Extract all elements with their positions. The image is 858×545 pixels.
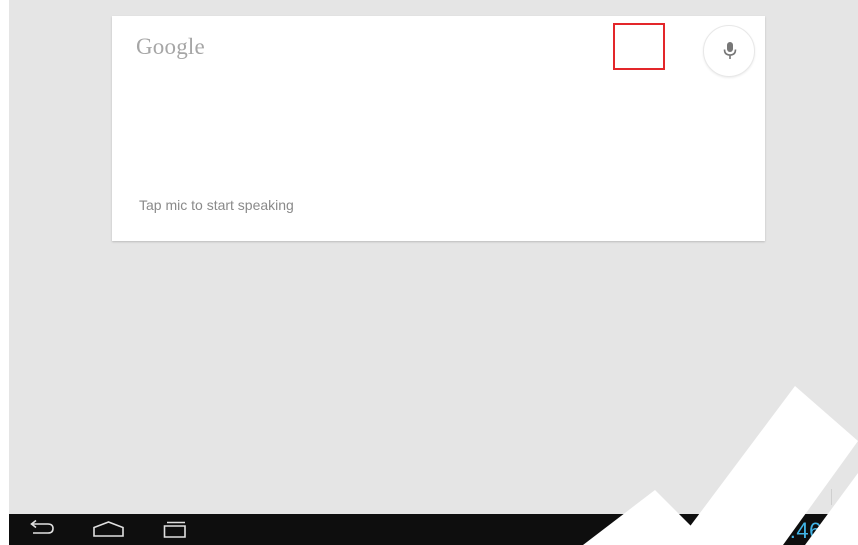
clock: 7:46 — [777, 518, 822, 543]
battery-icon — [842, 521, 850, 538]
microphone-icon — [723, 42, 737, 59]
voice-search-app: Google Tap mic to start speaking — [9, 0, 858, 514]
image-icon — [741, 523, 759, 537]
mic-button[interactable] — [703, 25, 755, 77]
search-card: Google Tap mic to start speaking — [112, 16, 765, 241]
overflow-menu-icon[interactable] — [844, 490, 848, 504]
overflow-separator — [831, 489, 832, 505]
recent-apps-icon[interactable] — [159, 514, 193, 545]
google-logo: Google — [136, 34, 205, 59]
home-icon[interactable] — [89, 514, 129, 545]
highlight-box[interactable] — [613, 23, 665, 70]
back-icon[interactable] — [23, 514, 59, 545]
left-edge — [0, 0, 9, 545]
speech-prompt: Tap mic to start speaking — [139, 197, 294, 213]
tablet-screen: Google Tap mic to start speaking 7:46 — [0, 0, 858, 545]
navigation-bar: 7:46 — [9, 514, 858, 545]
